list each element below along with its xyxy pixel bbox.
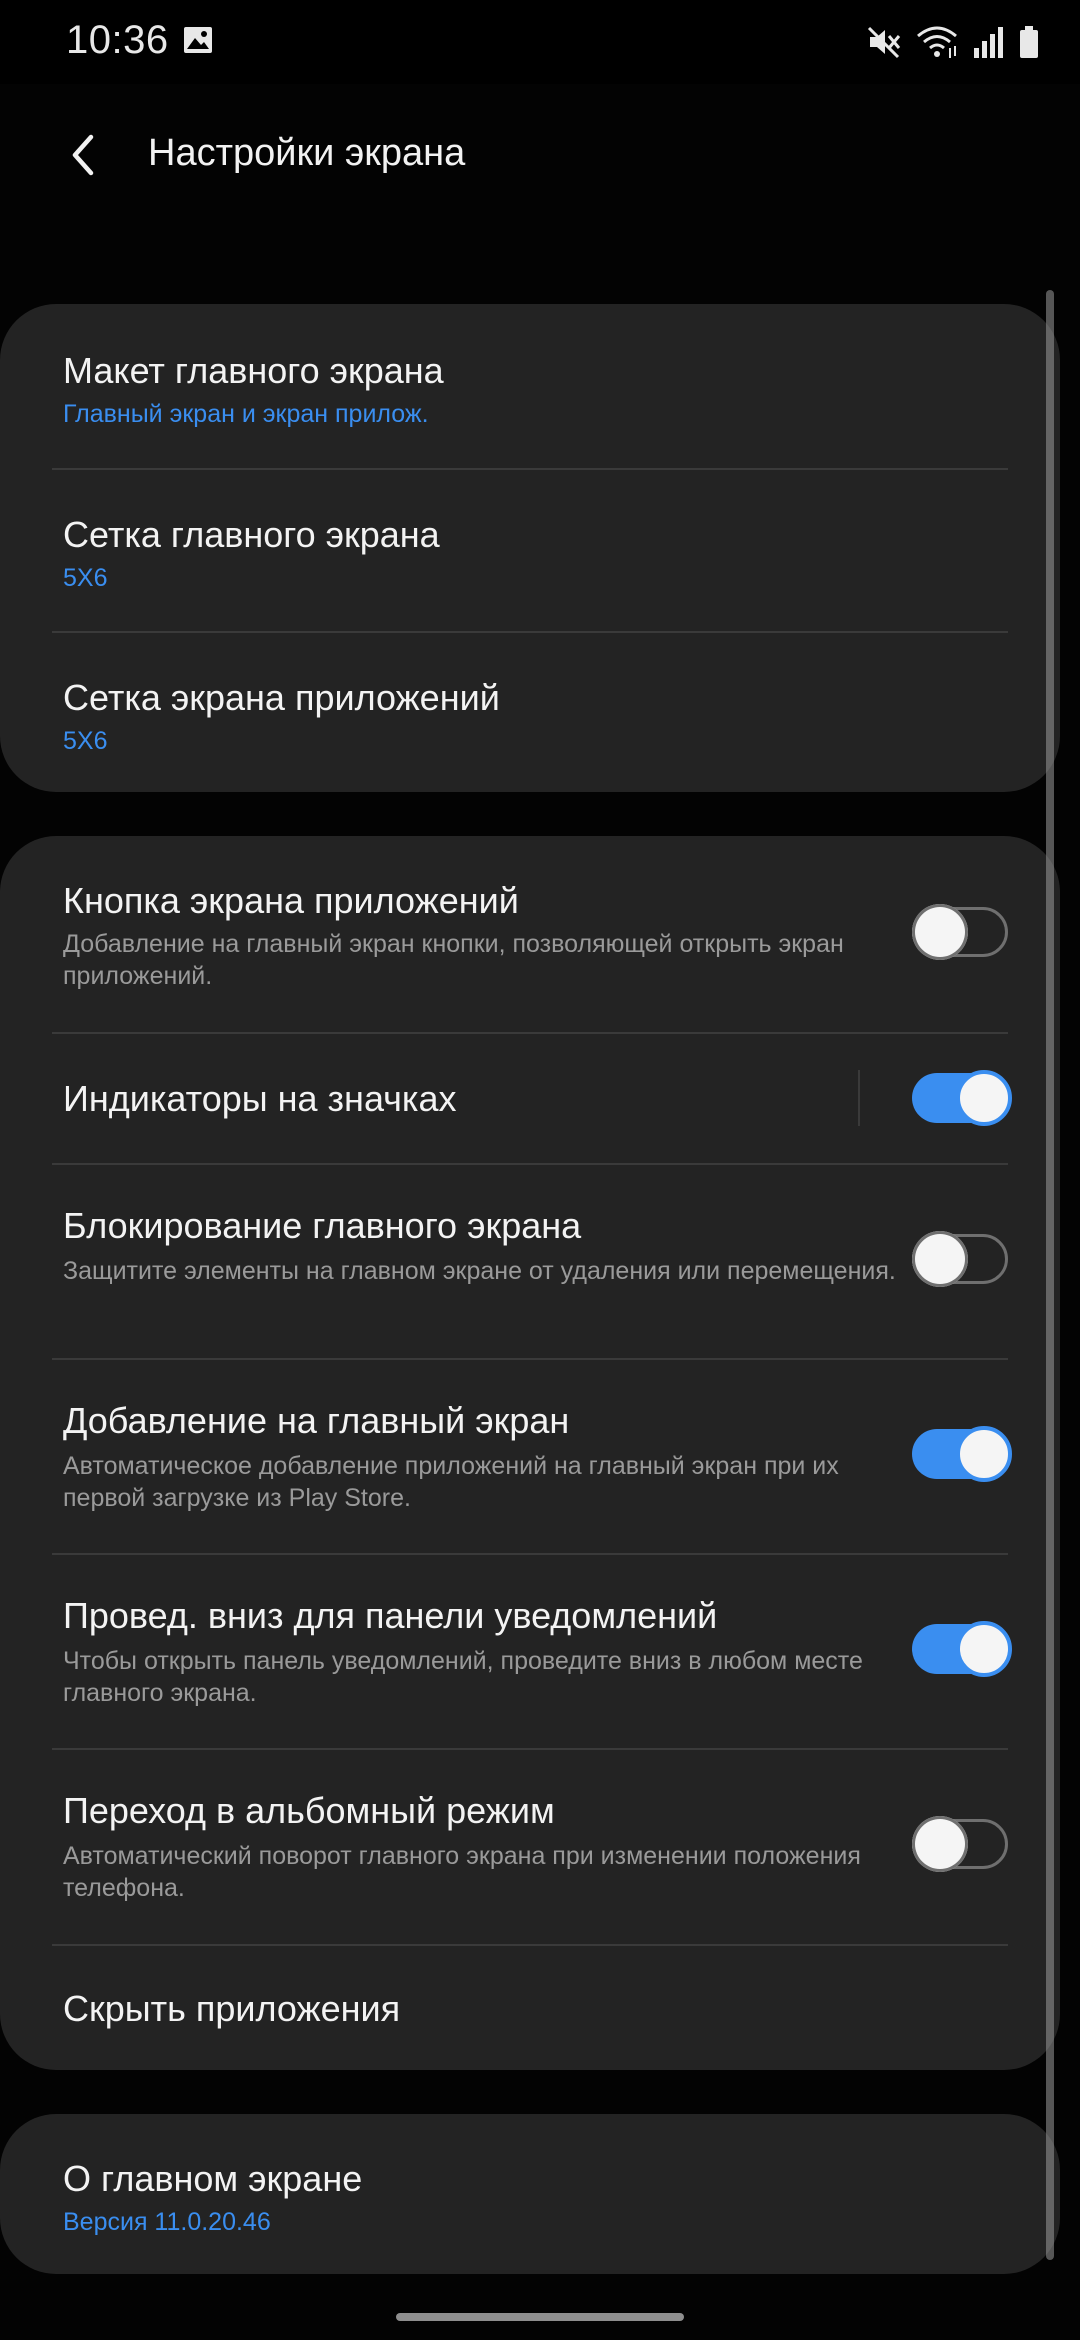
layout-settings-card: Макет главного экрана Главный экран и эк… xyxy=(0,304,1060,792)
list-item-add-to-home[interactable]: Добавление на главный экран Автоматическ… xyxy=(0,1358,1060,1553)
list-item-lock-layout[interactable]: Блокирование главного экрана Защитите эл… xyxy=(0,1163,1060,1358)
status-time: 10:36 xyxy=(66,18,169,62)
icon-badges-toggle[interactable] xyxy=(912,1070,1012,1126)
list-item-landscape-mode[interactable]: Переход в альбомный режим Автоматический… xyxy=(0,1748,1060,1944)
item-description: Защитите элементы на главном экране от у… xyxy=(63,1257,896,1285)
nav-gesture-handle[interactable] xyxy=(396,2313,684,2321)
back-arrow-icon[interactable] xyxy=(52,122,118,188)
list-item-swipe-notifications[interactable]: Провед. вниз для панели уведомлений Чтоб… xyxy=(0,1553,1060,1748)
status-icons xyxy=(866,20,1040,64)
landscape-mode-toggle[interactable] xyxy=(912,1816,1008,1872)
lock-layout-toggle[interactable] xyxy=(912,1231,1008,1287)
header: Настройки экрана xyxy=(0,84,1080,234)
item-title: Сетка экрана приложений xyxy=(63,677,500,718)
page-title: Настройки экрана xyxy=(148,132,466,174)
add-to-home-toggle[interactable] xyxy=(912,1426,1012,1482)
status-bar: 10:36 xyxy=(0,0,1080,84)
mute-icon xyxy=(866,24,902,60)
item-title: Кнопка экрана приложений xyxy=(63,880,519,921)
item-description: Автоматический поворот главного экрана п… xyxy=(63,1842,861,1902)
item-value: 5X6 xyxy=(63,727,108,755)
apps-button-toggle[interactable] xyxy=(912,904,1008,960)
item-title: Скрыть приложения xyxy=(63,1988,401,2029)
item-title: Блокирование главного экрана xyxy=(63,1205,582,1246)
version-value: Версия 11.0.20.46 xyxy=(63,2208,271,2236)
item-title: Макет главного экрана xyxy=(63,350,444,391)
list-item-about-home[interactable]: О главном экране Версия 11.0.20.46 xyxy=(0,2114,1060,2274)
item-title: Провед. вниз для панели уведомлений xyxy=(63,1595,718,1636)
item-description: Чтобы открыть панель уведомлений, провед… xyxy=(63,1647,863,1707)
scrollbar[interactable] xyxy=(1046,290,1054,2260)
list-item-apps-grid[interactable]: Сетка экрана приложений 5X6 xyxy=(0,631,1060,792)
item-description: Автоматическое добавление приложений на … xyxy=(63,1452,839,1512)
item-title: О главном экране xyxy=(63,2158,363,2199)
home-options-card: Кнопка экрана приложений Добавление на г… xyxy=(0,836,1060,2070)
item-title: Переход в альбомный режим xyxy=(63,1790,555,1831)
item-title: Добавление на главный экран xyxy=(63,1400,570,1441)
list-item-apps-button[interactable]: Кнопка экрана приложений Добавление на г… xyxy=(0,836,1060,1032)
gallery-icon xyxy=(182,24,214,56)
item-value: Главный экран и экран прилож. xyxy=(63,400,429,428)
wifi-icon xyxy=(916,24,958,60)
screen: 10:36 Настройки экрана Макет главного эк… xyxy=(0,0,1080,2340)
list-item-icon-badges[interactable]: Индикаторы на значках xyxy=(0,1032,1060,1163)
item-value: 5X6 xyxy=(63,564,108,592)
battery-icon xyxy=(1018,24,1040,60)
list-item-home-grid[interactable]: Сетка главного экрана 5X6 xyxy=(0,468,1060,631)
swipe-notifications-toggle[interactable] xyxy=(912,1621,1012,1677)
list-item-hide-apps[interactable]: Скрыть приложения xyxy=(0,1944,1060,2070)
divider xyxy=(858,1070,860,1126)
item-title: Индикаторы на значках xyxy=(63,1078,457,1119)
list-item-home-layout[interactable]: Макет главного экрана Главный экран и эк… xyxy=(0,304,1060,468)
item-description: Добавление на главный экран кнопки, позв… xyxy=(63,930,844,990)
signal-icon xyxy=(972,24,1004,60)
item-title: Сетка главного экрана xyxy=(63,514,440,555)
about-card: О главном экране Версия 11.0.20.46 xyxy=(0,2114,1060,2274)
